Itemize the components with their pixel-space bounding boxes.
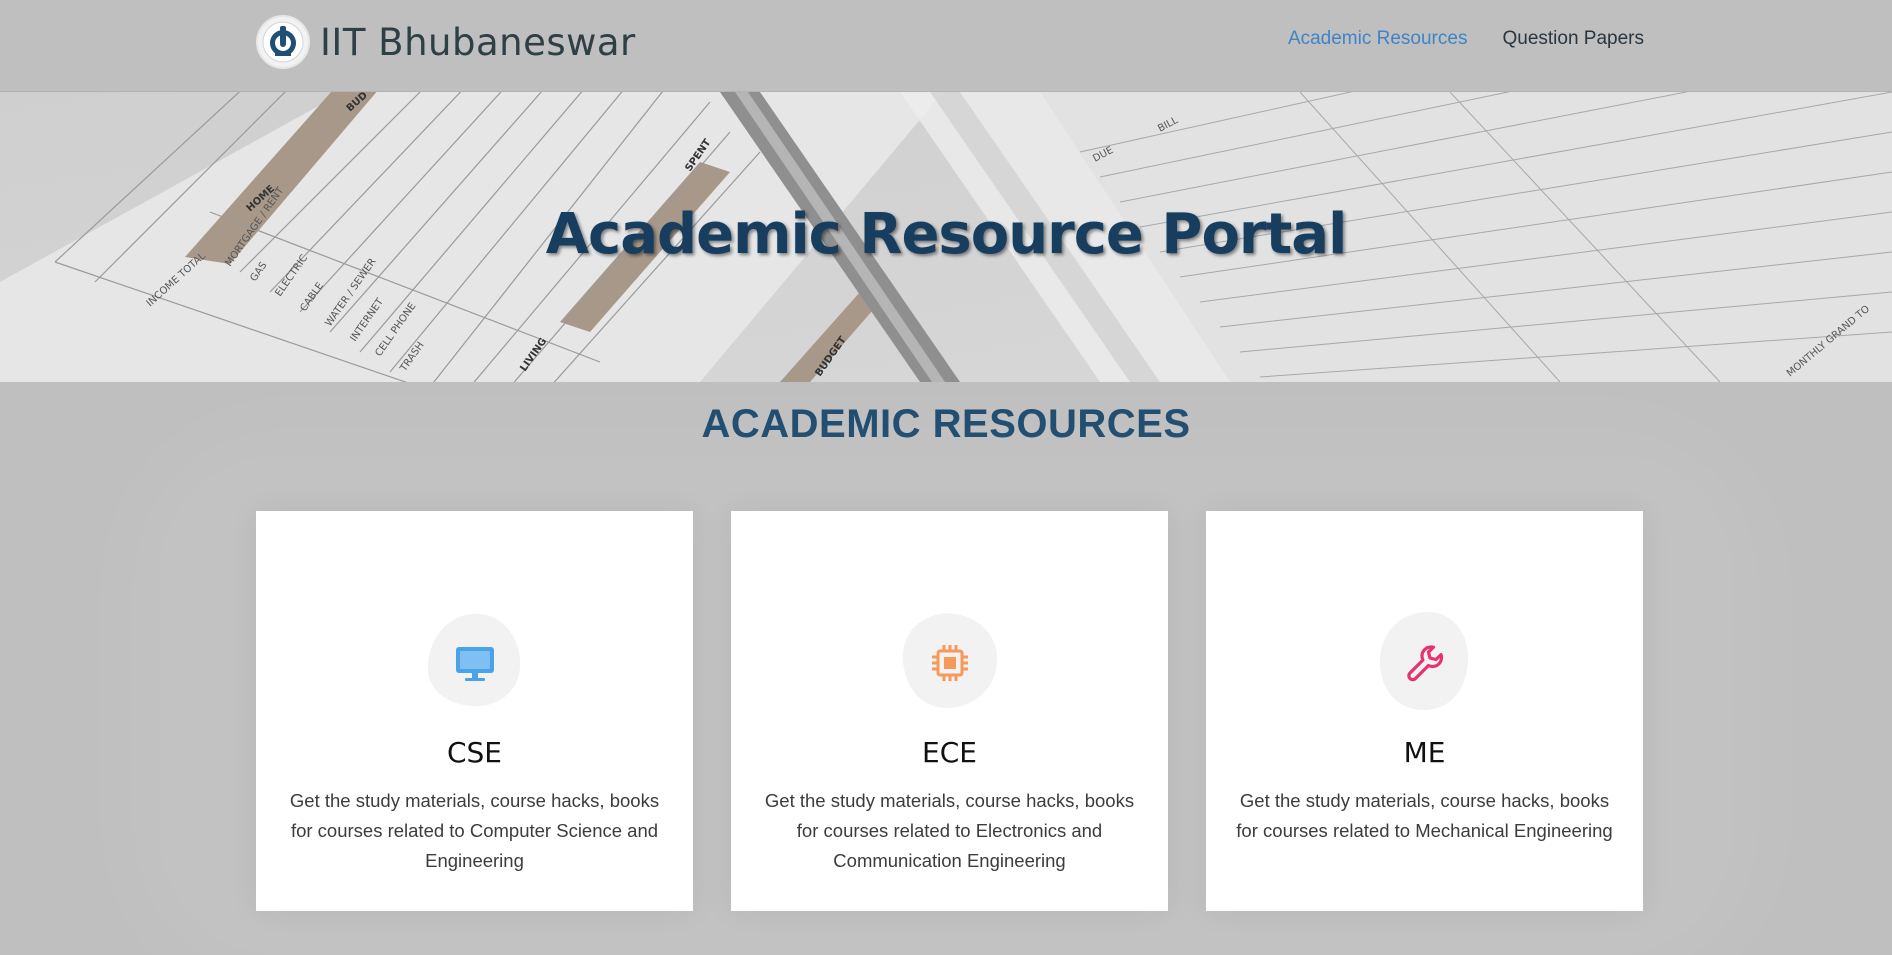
card-me[interactable]: ME Get the study materials, course hacks… — [1206, 511, 1643, 911]
hero-title: Academic Resource Portal — [545, 202, 1348, 267]
chip-icon — [928, 641, 972, 685]
card-title: ECE — [922, 736, 977, 769]
section-title: ACADEMIC RESOURCES — [701, 402, 1191, 446]
card-cse[interactable]: CSE Get the study materials, course hack… — [256, 511, 693, 911]
brand-name[interactable]: IIT Bhubaneswar — [320, 21, 636, 64]
brand-link[interactable]: IIT Bhubaneswar — [256, 15, 636, 69]
wrench-icon — [1403, 641, 1447, 685]
card-description: Get the study materials, course hacks, b… — [289, 790, 660, 871]
iit-logo-icon — [256, 15, 310, 69]
monitor-icon — [453, 641, 497, 685]
nav-question-papers[interactable]: Question Papers — [1502, 28, 1644, 50]
card-description: Get the study materials, course hacks, b… — [1236, 790, 1613, 841]
card-ece[interactable]: ECE Get the study materials, course hack… — [731, 511, 1168, 911]
card-title: ME — [1403, 736, 1446, 769]
top-navbar: IIT Bhubaneswar Academic Resources Quest… — [0, 0, 1892, 92]
main-nav: Academic Resources Question Papers — [1288, 28, 1644, 50]
nav-academic-resources[interactable]: Academic Resources — [1288, 28, 1468, 50]
card-title: CSE — [446, 736, 502, 769]
hero-banner: INCOME TOTAL BUD HOME MORTGAGE / RENT GA… — [0, 92, 1892, 382]
card-description: Get the study materials, course hacks, b… — [764, 790, 1135, 871]
